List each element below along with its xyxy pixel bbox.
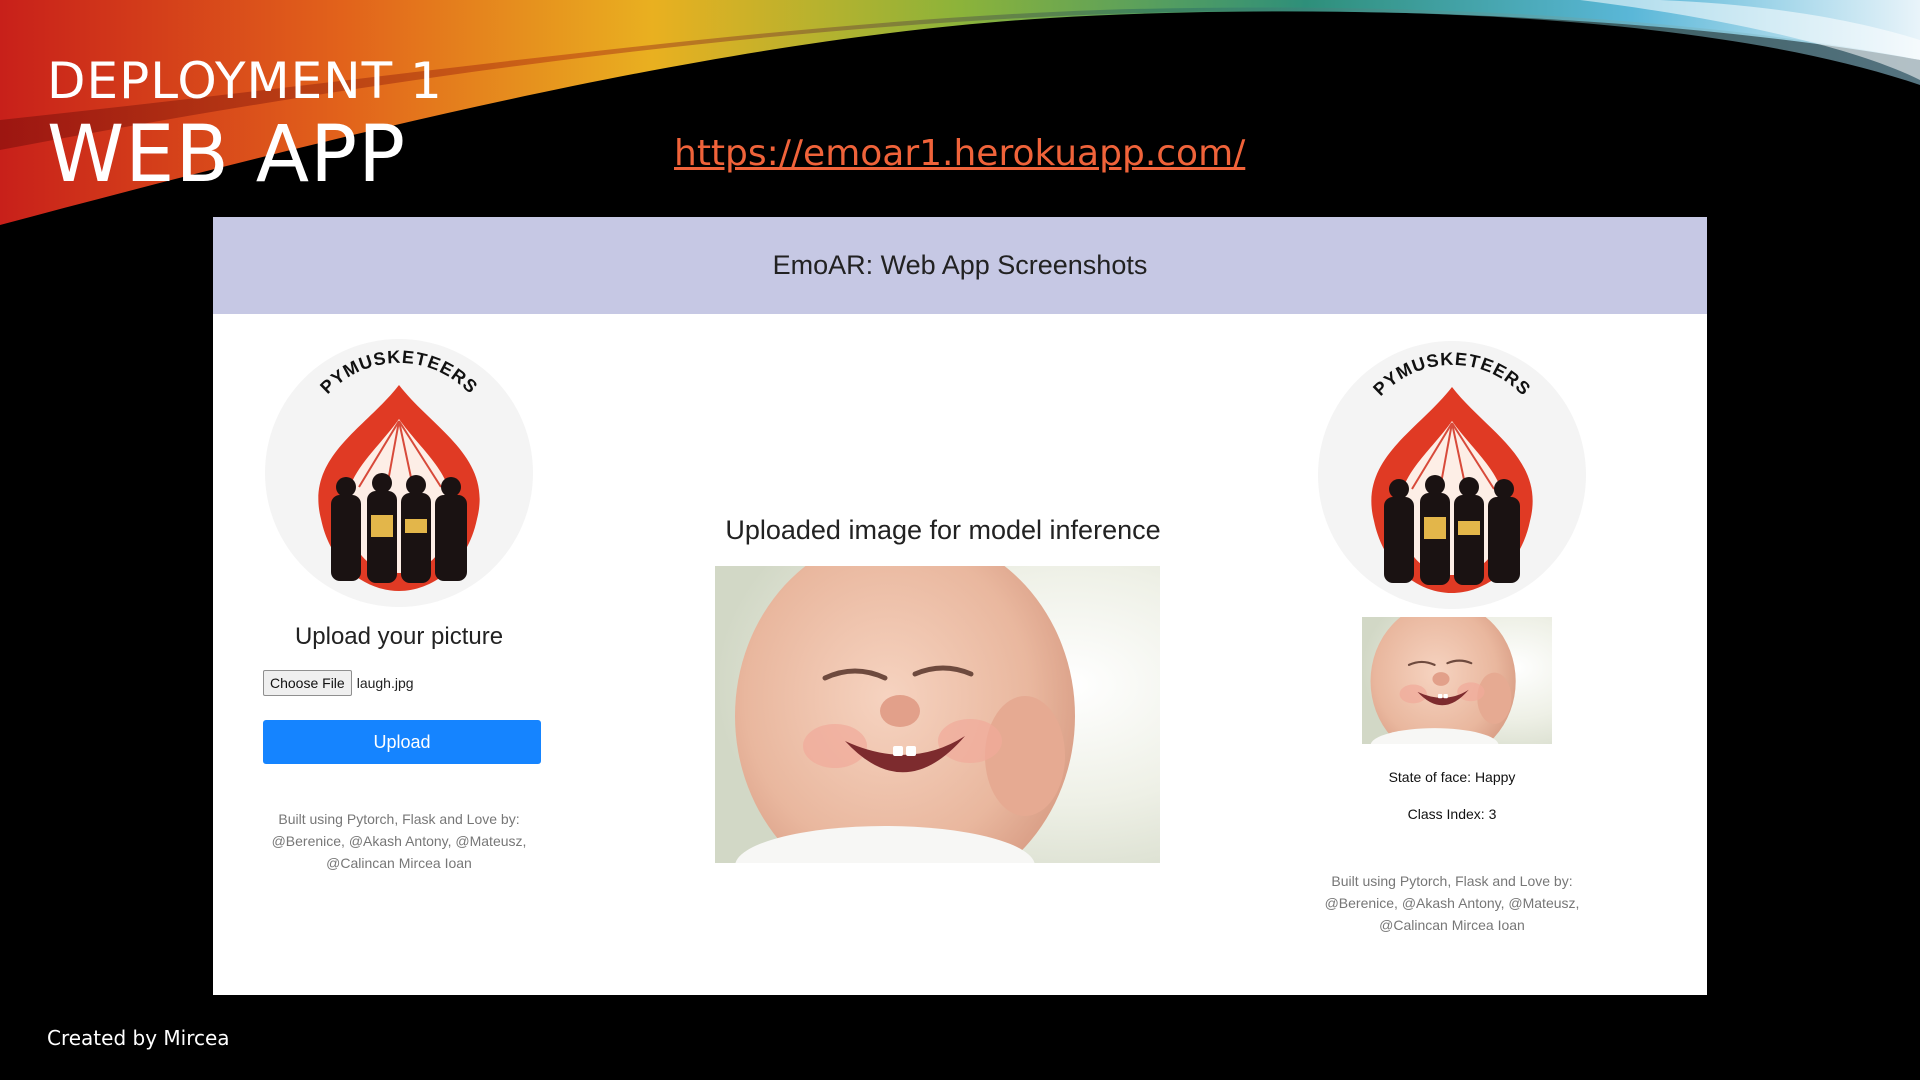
credits-line3: @Calincan Mircea Ioan xyxy=(326,855,472,871)
app-header: EmoAR: Web App Screenshots xyxy=(213,217,1707,314)
pymusketeers-logo-icon: PYMUSKETEERS xyxy=(265,339,533,607)
credits-line1: Built using Pytorch, Flask and Love by: xyxy=(1331,873,1573,889)
result-baby-photo xyxy=(1362,617,1552,744)
credits-line2: @Berenice, @Akash Antony, @Mateusz, xyxy=(1324,895,1580,911)
uploaded-baby-photo xyxy=(715,566,1160,863)
upload-button[interactable]: Upload xyxy=(263,720,541,764)
upload-title: Upload your picture xyxy=(294,623,504,650)
choose-file-button[interactable]: Choose File xyxy=(263,670,352,696)
web-app-screenshot: EmoAR: Web App Screenshots PYMUSKETEERS … xyxy=(213,217,1707,995)
inference-title: Uploaded image for model inference xyxy=(725,515,1161,545)
created-by: Created by Mircea xyxy=(47,1026,230,1050)
right-credits: Built using Pytorch, Flask and Love by: … xyxy=(1302,870,1602,936)
file-chooser: Choose File laugh.jpg xyxy=(263,670,414,696)
credits-line3: @Calincan Mircea Ioan xyxy=(1379,917,1525,933)
credits-line2: @Berenice, @Akash Antony, @Mateusz, xyxy=(271,833,527,849)
left-credits: Built using Pytorch, Flask and Love by: … xyxy=(249,808,549,874)
slide-title-line2: WEB APP xyxy=(47,110,407,200)
app-url-link[interactable]: https://emoar1.herokuapp.com/ xyxy=(674,133,1245,174)
slide-title-line1: DEPLOYMENT 1 xyxy=(47,52,443,110)
class-index: Class Index: 3 xyxy=(1407,806,1497,822)
pymusketeers-logo-icon: PYMUSKETEERS xyxy=(1318,341,1586,609)
state-of-face: State of face: Happy xyxy=(1388,769,1516,785)
selected-file-name: laugh.jpg xyxy=(356,675,414,691)
credits-line1: Built using Pytorch, Flask and Love by: xyxy=(278,811,520,827)
